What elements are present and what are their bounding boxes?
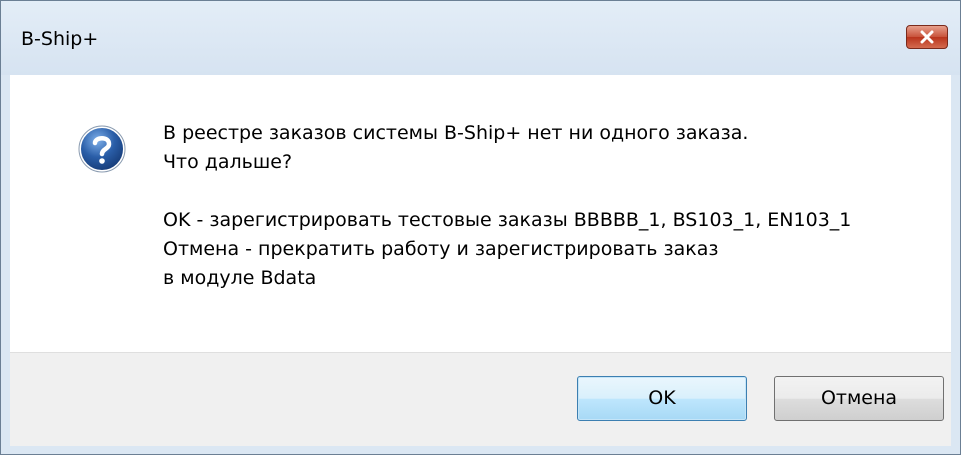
- button-bar: OK Отмена: [10, 352, 951, 446]
- window-title: B-Ship+: [21, 28, 99, 50]
- dialog-content: В реестре заказов системы B-Ship+ нет ни…: [10, 75, 951, 352]
- message-line: в модуле Bdata: [163, 267, 317, 289]
- message-line: OK - зарегистрировать тестовые заказы BB…: [163, 209, 852, 231]
- question-icon: [78, 125, 126, 173]
- cancel-button[interactable]: Отмена: [774, 376, 944, 421]
- ok-button[interactable]: OK: [577, 376, 747, 421]
- message-line: В реестре заказов системы B-Ship+ нет ни…: [163, 122, 749, 144]
- title-bar[interactable]: B-Ship+: [1, 1, 960, 75]
- close-button[interactable]: [906, 25, 948, 49]
- message-line: Отмена - прекратить работу и зарегистрир…: [163, 238, 719, 260]
- message-line: Что дальше?: [163, 151, 293, 173]
- close-icon: [920, 30, 934, 44]
- dialog-window: B-Ship+ В реестре заказов системы B-Ship…: [0, 0, 961, 455]
- dialog-message: В реестре заказов системы B-Ship+ нет ни…: [163, 119, 851, 293]
- message-line: [163, 177, 851, 206]
